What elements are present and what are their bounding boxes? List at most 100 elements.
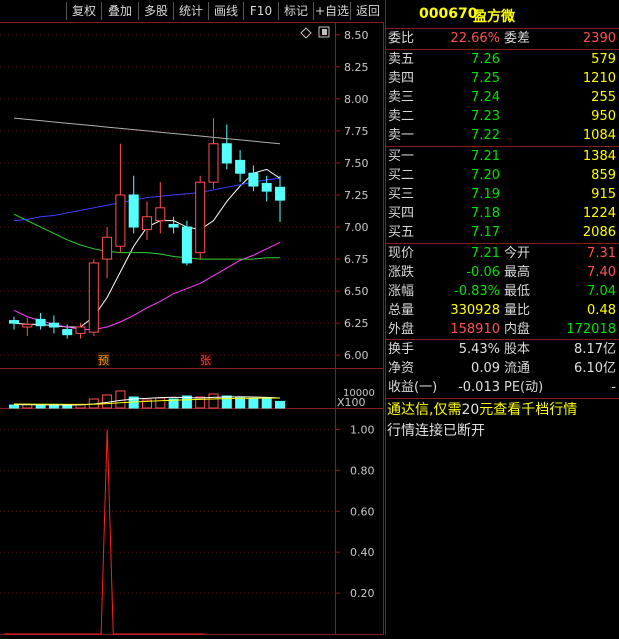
ask-label: 卖五 (388, 52, 415, 67)
diamond-icon[interactable] (300, 27, 312, 39)
bid-volume: 915 (591, 187, 616, 202)
bid-volume: 859 (591, 168, 616, 183)
restore-rights-button[interactable]: 复权 (66, 2, 101, 20)
back-button[interactable]: 返回 (350, 2, 385, 20)
diff-value: 2390 (582, 31, 616, 46)
candle-body (195, 181, 206, 254)
mark-button[interactable]: 标记 (278, 2, 313, 20)
statistics-button[interactable]: 统计 (173, 2, 208, 20)
candle-body (235, 159, 246, 174)
stat-value: 7.21 (471, 246, 500, 261)
candle-body (62, 329, 73, 336)
candle-body (102, 236, 113, 260)
diff-label: 委差 (504, 31, 531, 46)
volume-bar (248, 397, 259, 409)
stat-value-2: 7.40 (587, 265, 616, 280)
fund-value: 5.43% (458, 342, 500, 357)
price-tick-label: 6.00 (344, 349, 369, 362)
price-tick-label: 7.00 (344, 221, 369, 234)
volume-bar (208, 393, 219, 409)
ask-volume: 255 (591, 90, 616, 105)
bid-label: 买二 (388, 168, 415, 183)
overlay-button[interactable]: 叠加 (101, 2, 138, 20)
volume-bar (115, 390, 126, 409)
fund-label-2: 股本 (504, 342, 531, 357)
candle-body (9, 320, 19, 324)
stock-code: 000670 (419, 6, 478, 22)
bid-volume: 1384 (582, 149, 616, 164)
ask-volume: 579 (591, 52, 616, 67)
stat-value-2: 7.31 (587, 246, 616, 261)
ask-volume: 1084 (582, 128, 616, 143)
stat-value-2: 0.48 (587, 303, 616, 318)
price-tick-label: 7.75 (344, 125, 369, 138)
price-tick-label: 8.00 (344, 93, 369, 106)
ratio-value: 22.66% (450, 31, 500, 46)
bid-price: 7.17 (471, 225, 500, 240)
candle-body (115, 194, 126, 247)
stock-name: 盈方微 (473, 9, 515, 25)
volume-bar (48, 404, 59, 409)
bid-label: 买四 (388, 206, 415, 221)
multi-stock-button[interactable]: 多股 (138, 2, 173, 20)
indicator-tick-label: 0.60 (350, 505, 375, 518)
stat-value: 158910 (450, 322, 500, 337)
add-favorite-button[interactable]: +自选 (313, 2, 350, 20)
fund-label-2: 流通 (504, 361, 531, 376)
volume-bar (261, 398, 272, 409)
bid-label: 买一 (388, 149, 415, 164)
volume-bar (155, 397, 166, 409)
candle-body (48, 322, 59, 328)
stat-row: 总量 330928 量比 0.48 (385, 301, 619, 320)
price-tick-label: 6.25 (344, 317, 369, 330)
bid-volume: 2086 (582, 225, 616, 240)
volume-bar (195, 396, 206, 409)
bid-row: 买一 7.21 1384 (385, 147, 619, 166)
price-tick-label: 6.50 (344, 285, 369, 298)
stat-label-2: 今开 (504, 246, 531, 261)
candle-body (261, 182, 272, 192)
volume-bar (275, 400, 285, 409)
chart-toolbar: 复权 叠加 多股 统计 画线 F10 标记 +自选 返回 (0, 0, 384, 22)
price-tick-label: 7.50 (344, 157, 369, 170)
connection-status: 行情连接已断开 (387, 423, 485, 439)
stat-value: -0.06 (466, 265, 500, 280)
fund-value-2: - (611, 380, 616, 395)
ask-row: 卖五 7.26 579 (385, 50, 619, 69)
candlestick-layer (9, 118, 285, 339)
stock-header: 000670 盈方微 (385, 0, 619, 30)
kline-chart[interactable]: 8.50 8.25 8.00 7.75 7.50 7.25 7.00 6.75 6.50 6.25… (0, 22, 384, 635)
fundamental-row: 收益(一) -0.013 PE(动) - (385, 378, 619, 397)
bid-label: 买五 (388, 225, 415, 240)
ask-label: 卖三 (388, 90, 415, 105)
fund-label-2: PE(动) (504, 380, 544, 395)
stat-label-2: 量比 (504, 303, 531, 318)
price-tick-label: 7.25 (344, 189, 369, 202)
fund-label: 净资 (388, 361, 415, 376)
candle-body (75, 326, 86, 334)
ask-price: 7.25 (471, 71, 500, 86)
bid-price: 7.18 (471, 206, 500, 221)
stat-label-2: 最低 (504, 284, 531, 299)
draw-line-button[interactable]: 画线 (208, 2, 243, 20)
ask-price: 7.26 (471, 52, 500, 67)
stat-label: 现价 (388, 246, 415, 261)
f10-button[interactable]: F10 (243, 2, 278, 20)
bid-price: 7.21 (471, 149, 500, 164)
fund-notice-separator (385, 398, 619, 399)
price-tick-label: 6.75 (344, 253, 369, 266)
fund-value: 0.09 (471, 361, 500, 376)
stat-label-2: 内盘 (504, 322, 531, 337)
price-tick-label: 8.50 (344, 29, 369, 42)
ask-label: 卖一 (388, 128, 415, 143)
forecast-marker: 预 (98, 354, 109, 367)
stat-row: 现价 7.21 今开 7.31 (385, 244, 619, 263)
candle-body (275, 186, 285, 201)
chart-area[interactable]: 8.50 8.25 8.00 7.75 7.50 7.25 7.00 6.75 6.50 6.25… (0, 22, 384, 635)
quote-panel: 000670 盈方微 委比 22.66% 委差 2390 卖五 7.26 579 卖四… (385, 0, 619, 635)
window-icon[interactable] (318, 26, 330, 38)
fund-value: -0.013 (458, 380, 500, 395)
ask-volume: 1210 (582, 71, 616, 86)
bid-price: 7.19 (471, 187, 500, 202)
upgrade-notice[interactable]: 通达信,仅需20元查看千档行情 (387, 400, 577, 420)
